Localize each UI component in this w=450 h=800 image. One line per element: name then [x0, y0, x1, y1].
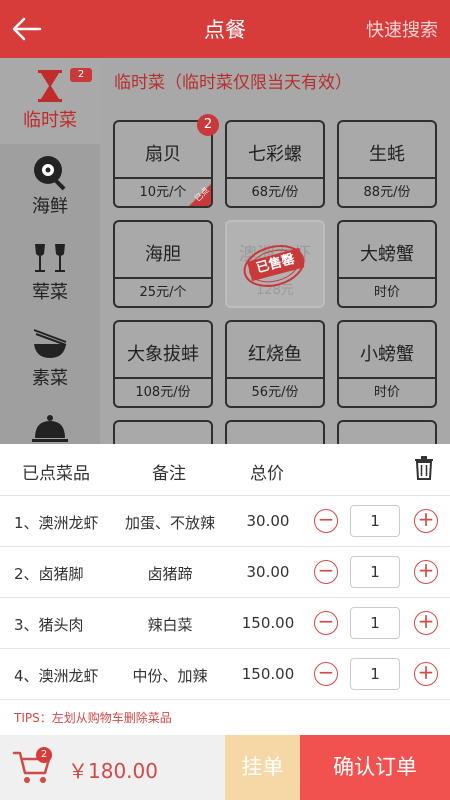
quantity-input[interactable]: 1 [350, 607, 400, 639]
increase-quantity-button[interactable]: + [414, 662, 438, 686]
dish-card[interactable]: 扇贝 10元/个 已点 [113, 120, 213, 208]
dish-price: 时价 [339, 377, 435, 406]
cart-panel: 已点菜品 备注 总价 1、澳洲龙虾 加蛋、不放辣 30.00 − 1 + 2、卤… [0, 444, 450, 735]
sidebar-item-seafood[interactable]: 海鲜 [0, 144, 100, 230]
quantity-input[interactable]: 1 [350, 556, 400, 588]
cart-item-price: 30.00 [246, 563, 290, 581]
dish-price: 88元/份 [339, 177, 435, 206]
column-header-note: 备注 [152, 464, 186, 484]
trash-icon [415, 456, 433, 480]
dish-price: 108元/份 [115, 377, 211, 406]
bowl-chopsticks-icon [33, 329, 67, 358]
cart-summary[interactable]: 2 ￥180.00 [0, 735, 225, 800]
cart-item-price: 150.00 [241, 665, 295, 683]
dish-name: 大螃蟹 [360, 244, 414, 265]
dish-count-badge: 2 [197, 114, 219, 136]
category-badge: 2 [70, 68, 92, 82]
dish-price: 时价 [339, 277, 435, 306]
category-sidebar: 2 临时菜 海鲜 荤菜 素菜 [0, 58, 100, 475]
cart-item-name: 3、猪头肉 [14, 616, 84, 634]
cart-item-name: 2、卤猪脚 [14, 565, 84, 583]
dish-card[interactable]: 七彩螺 68元/份 [225, 120, 325, 208]
cart-count-badge: 2 [36, 747, 52, 763]
quick-search-button[interactable]: 快速搜索 [366, 16, 438, 42]
confirm-order-button[interactable]: 确认订单 [300, 735, 450, 800]
bottom-bar: 2 ￥180.00 挂单 确认订单 [0, 735, 450, 800]
dish-card-sold-out: 澳洲龙虾 128元 已售罄 [225, 220, 325, 308]
dish-card[interactable]: 海胆 25元/个 [113, 220, 213, 308]
dish-name: 生蚝 [369, 144, 405, 165]
sidebar-item-vegetable[interactable]: 素菜 [0, 316, 100, 402]
section-title: 临时菜（临时菜仅限当天有效） [114, 73, 352, 93]
dish-name: 海胆 [145, 244, 181, 265]
cart-item-note: 辣白菜 [147, 616, 193, 634]
dish-card[interactable]: 小螃蟹 时价 [337, 320, 437, 408]
dish-price: 25元/个 [115, 277, 211, 306]
sidebar-item-label: 素菜 [32, 368, 68, 389]
column-header-total: 总价 [250, 464, 284, 484]
cart-item-price: 150.00 [241, 614, 295, 632]
sidebar-item-label: 临时菜 [23, 110, 77, 131]
hourglass-icon [38, 70, 62, 102]
decrease-quantity-button[interactable]: − [314, 509, 338, 533]
decrease-quantity-button[interactable]: − [314, 611, 338, 635]
quantity-input[interactable]: 1 [350, 505, 400, 537]
decrease-quantity-button[interactable]: − [314, 560, 338, 584]
wine-glasses-icon [35, 244, 65, 272]
increase-quantity-button[interactable]: + [414, 509, 438, 533]
dish-card[interactable]: 生蚝 88元/份 [337, 120, 437, 208]
dish-name: 大象拔蚌 [127, 344, 199, 365]
dish-name: 七彩螺 [248, 144, 302, 165]
cart-tips: TIPS：左划从购物车删除菜品 [14, 711, 172, 725]
cart-item-note: 中份、加辣 [132, 667, 208, 685]
cart-item-note: 加蛋、不放辣 [124, 514, 215, 532]
increase-quantity-button[interactable]: + [414, 560, 438, 584]
dish-name: 扇贝 [145, 144, 181, 165]
dish-name: 小螃蟹 [360, 344, 414, 365]
order-total: ￥180.00 [68, 759, 158, 783]
cart-item-note: 卤猪蹄 [147, 565, 193, 583]
sidebar-item-label: 荤菜 [32, 282, 68, 303]
column-header-dish: 已点菜品 [22, 464, 90, 484]
dish-card[interactable]: 大象拔蚌 108元/份 [113, 320, 213, 408]
cart-row[interactable]: 2、卤猪脚 卤猪蹄 30.00 − 1 + [0, 547, 450, 598]
frying-pan-icon [34, 156, 66, 191]
sidebar-item-label: 海鲜 [32, 196, 68, 217]
decrease-quantity-button[interactable]: − [314, 662, 338, 686]
cart-row[interactable]: 4、澳洲龙虾 中份、加辣 150.00 − 1 + [0, 649, 450, 700]
cart-header: 已点菜品 备注 总价 [0, 444, 450, 496]
cart-row[interactable]: 1、澳洲龙虾 加蛋、不放辣 30.00 − 1 + [0, 496, 450, 547]
sidebar-item-temporary[interactable]: 2 临时菜 [0, 58, 100, 144]
cart-row[interactable]: 3、猪头肉 辣白菜 150.00 − 1 + [0, 598, 450, 649]
increase-quantity-button[interactable]: + [414, 611, 438, 635]
quantity-input[interactable]: 1 [350, 658, 400, 690]
cart-item-name: 1、澳洲龙虾 [14, 514, 99, 532]
dish-card[interactable]: 红烧鱼 56元/份 [225, 320, 325, 408]
sidebar-item-meat[interactable]: 荤菜 [0, 230, 100, 316]
header-bar: 点餐 快速搜索 [0, 0, 450, 58]
dish-price: 56元/份 [227, 377, 323, 406]
clear-cart-button[interactable] [414, 456, 434, 484]
dish-card[interactable]: 大螃蟹 时价 [337, 220, 437, 308]
dish-grid: 临时菜（临时菜仅限当天有效） 扇贝 10元/个 已点 2 七彩螺 68元/份 生… [100, 58, 450, 450]
cart-item-price: 30.00 [246, 512, 290, 530]
dish-price: 68元/份 [227, 177, 323, 206]
dish-name: 红烧鱼 [248, 344, 302, 365]
cart-item-name: 4、澳洲龙虾 [14, 667, 99, 685]
hold-order-button[interactable]: 挂单 [225, 735, 300, 800]
